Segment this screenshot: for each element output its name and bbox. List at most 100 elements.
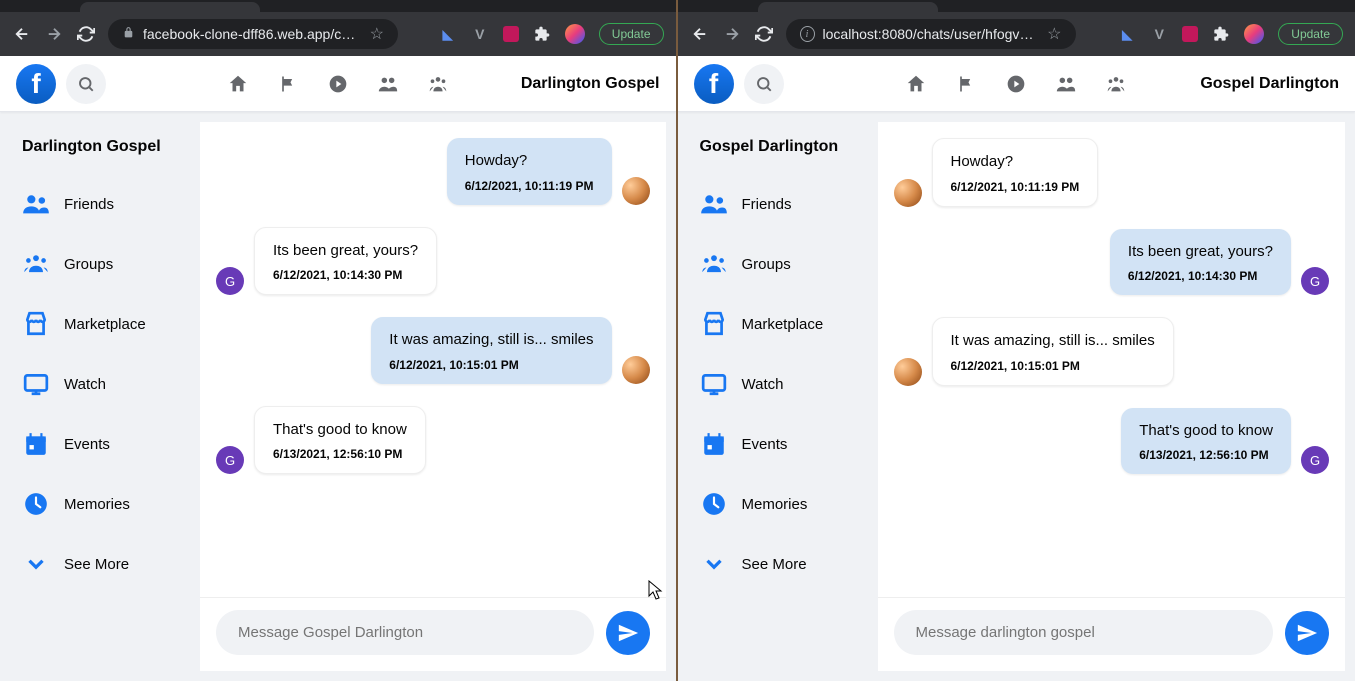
memories-icon bbox=[22, 490, 50, 518]
sidebar-item-watch[interactable]: Watch bbox=[8, 354, 192, 414]
watch-icon bbox=[700, 370, 728, 398]
app-body: Gospel Darlington Friends Groups Marketp… bbox=[678, 112, 1355, 681]
sidebar-item-friends[interactable]: Friends bbox=[686, 174, 870, 234]
star-icon[interactable]: ☆ bbox=[370, 24, 384, 44]
puzzle-icon[interactable] bbox=[1212, 25, 1230, 43]
ext-icon[interactable]: V bbox=[1150, 25, 1168, 43]
seemore-icon bbox=[22, 550, 50, 578]
sidebar-item-label: Watch bbox=[64, 376, 106, 393]
message-input[interactable] bbox=[216, 610, 594, 655]
friends-icon bbox=[700, 190, 728, 218]
chat-scroll[interactable]: Howday? 6/12/2021, 10:11:19 PM Its been … bbox=[878, 122, 1346, 597]
sidebar-item-watch[interactable]: Watch bbox=[686, 354, 870, 414]
sidebar-item-label: Marketplace bbox=[742, 316, 824, 333]
reload-button[interactable] bbox=[76, 24, 96, 44]
ext-icon[interactable]: ◣ bbox=[439, 25, 457, 43]
message-time: 6/12/2021, 10:11:19 PM bbox=[951, 180, 1080, 194]
events-icon bbox=[700, 430, 728, 458]
search-button[interactable] bbox=[744, 64, 784, 104]
fb-logo[interactable]: f bbox=[16, 64, 56, 104]
send-button[interactable] bbox=[1285, 611, 1329, 655]
forward-button[interactable] bbox=[722, 24, 742, 44]
message-text: It was amazing, still is... smiles bbox=[389, 329, 593, 352]
forward-button[interactable] bbox=[44, 24, 64, 44]
sidebar-item-friends[interactable]: Friends bbox=[8, 174, 192, 234]
update-button[interactable]: Update bbox=[1278, 23, 1343, 45]
sidebar-title: Gospel Darlington bbox=[686, 132, 870, 174]
app-header: f Gospel Darlington bbox=[678, 56, 1355, 112]
profile-avatar[interactable] bbox=[565, 24, 585, 44]
browser-tab[interactable] bbox=[758, 2, 938, 12]
avatar bbox=[894, 358, 922, 386]
profile-avatar[interactable] bbox=[1244, 24, 1264, 44]
chat-scroll[interactable]: Howday? 6/12/2021, 10:11:19 PM G Its bee… bbox=[200, 122, 666, 597]
sidebar-title: Darlington Gospel bbox=[8, 132, 192, 174]
sidebar-item-label: Events bbox=[742, 436, 788, 453]
message-time: 6/13/2021, 12:56:10 PM bbox=[273, 447, 407, 461]
message-input[interactable] bbox=[894, 610, 1274, 655]
sidebar-item-events[interactable]: Events bbox=[686, 414, 870, 474]
sidebar-item-events[interactable]: Events bbox=[8, 414, 192, 474]
update-button[interactable]: Update bbox=[599, 23, 664, 45]
sidebar-item-memories[interactable]: Memories bbox=[8, 474, 192, 534]
extension-icons: ◣ V Update bbox=[1118, 23, 1343, 45]
sidebar-item-label: Events bbox=[64, 436, 110, 453]
sidebar: Darlington Gospel Friends Groups Marketp… bbox=[0, 112, 200, 681]
url-text: facebook-clone-dff86.web.app/chats... bbox=[143, 26, 362, 42]
sidebar-item-label: Marketplace bbox=[64, 316, 146, 333]
play-icon[interactable] bbox=[1005, 73, 1027, 95]
sidebar-item-label: Memories bbox=[64, 496, 130, 513]
sidebar-item-seemore[interactable]: See More bbox=[8, 534, 192, 594]
search-button[interactable] bbox=[66, 64, 106, 104]
ext-icon[interactable] bbox=[1182, 26, 1198, 42]
url-bar[interactable]: i localhost:8080/chats/user/hfogvk6w... … bbox=[786, 19, 1076, 49]
reload-button[interactable] bbox=[754, 24, 774, 44]
send-button[interactable] bbox=[606, 611, 650, 655]
people-icon[interactable] bbox=[377, 73, 399, 95]
sidebar-item-memories[interactable]: Memories bbox=[686, 474, 870, 534]
ext-icon[interactable]: ◣ bbox=[1118, 25, 1136, 43]
marketplace-icon bbox=[22, 310, 50, 338]
friends-icon bbox=[22, 190, 50, 218]
header-username[interactable]: Gospel Darlington bbox=[1200, 75, 1339, 93]
back-button[interactable] bbox=[690, 24, 710, 44]
sidebar: Gospel Darlington Friends Groups Marketp… bbox=[678, 112, 878, 681]
message-text: That's good to know bbox=[273, 419, 407, 442]
composer bbox=[200, 597, 666, 671]
home-icon[interactable] bbox=[227, 73, 249, 95]
groups-icon[interactable] bbox=[1105, 73, 1127, 95]
flag-icon[interactable] bbox=[277, 73, 299, 95]
back-button[interactable] bbox=[12, 24, 32, 44]
message-time: 6/12/2021, 10:14:30 PM bbox=[273, 268, 418, 282]
header-username[interactable]: Darlington Gospel bbox=[521, 75, 660, 93]
people-icon[interactable] bbox=[1055, 73, 1077, 95]
ext-icon[interactable]: V bbox=[471, 25, 489, 43]
browser-bar: facebook-clone-dff86.web.app/chats... ☆ … bbox=[0, 12, 676, 56]
sidebar-item-groups[interactable]: Groups bbox=[8, 234, 192, 294]
sidebar-item-marketplace[interactable]: Marketplace bbox=[8, 294, 192, 354]
fb-logo[interactable]: f bbox=[694, 64, 734, 104]
message-bubble: Howday? 6/12/2021, 10:11:19 PM bbox=[932, 138, 1099, 207]
message-time: 6/12/2021, 10:14:30 PM bbox=[1128, 269, 1273, 283]
sidebar-item-groups[interactable]: Groups bbox=[686, 234, 870, 294]
groups-icon[interactable] bbox=[427, 73, 449, 95]
play-icon[interactable] bbox=[327, 73, 349, 95]
message-text: Its been great, yours? bbox=[1128, 241, 1273, 264]
sidebar-item-label: Groups bbox=[64, 256, 113, 273]
sidebar-item-marketplace[interactable]: Marketplace bbox=[686, 294, 870, 354]
message-bubble: That's good to know 6/13/2021, 12:56:10 … bbox=[254, 406, 426, 475]
browser-tab[interactable] bbox=[80, 2, 260, 12]
url-bar[interactable]: facebook-clone-dff86.web.app/chats... ☆ bbox=[108, 19, 398, 49]
ext-icon[interactable] bbox=[503, 26, 519, 42]
extension-icons: ◣ V Update bbox=[439, 23, 664, 45]
sidebar-item-label: Friends bbox=[742, 196, 792, 213]
lock-icon bbox=[122, 26, 135, 42]
app: f Darlington Gospel Darlington Gospel bbox=[0, 56, 676, 681]
star-icon[interactable]: ☆ bbox=[1047, 24, 1061, 44]
home-icon[interactable] bbox=[905, 73, 927, 95]
flag-icon[interactable] bbox=[955, 73, 977, 95]
sidebar-item-label: See More bbox=[64, 556, 129, 573]
puzzle-icon[interactable] bbox=[533, 25, 551, 43]
events-icon bbox=[22, 430, 50, 458]
sidebar-item-seemore[interactable]: See More bbox=[686, 534, 870, 594]
